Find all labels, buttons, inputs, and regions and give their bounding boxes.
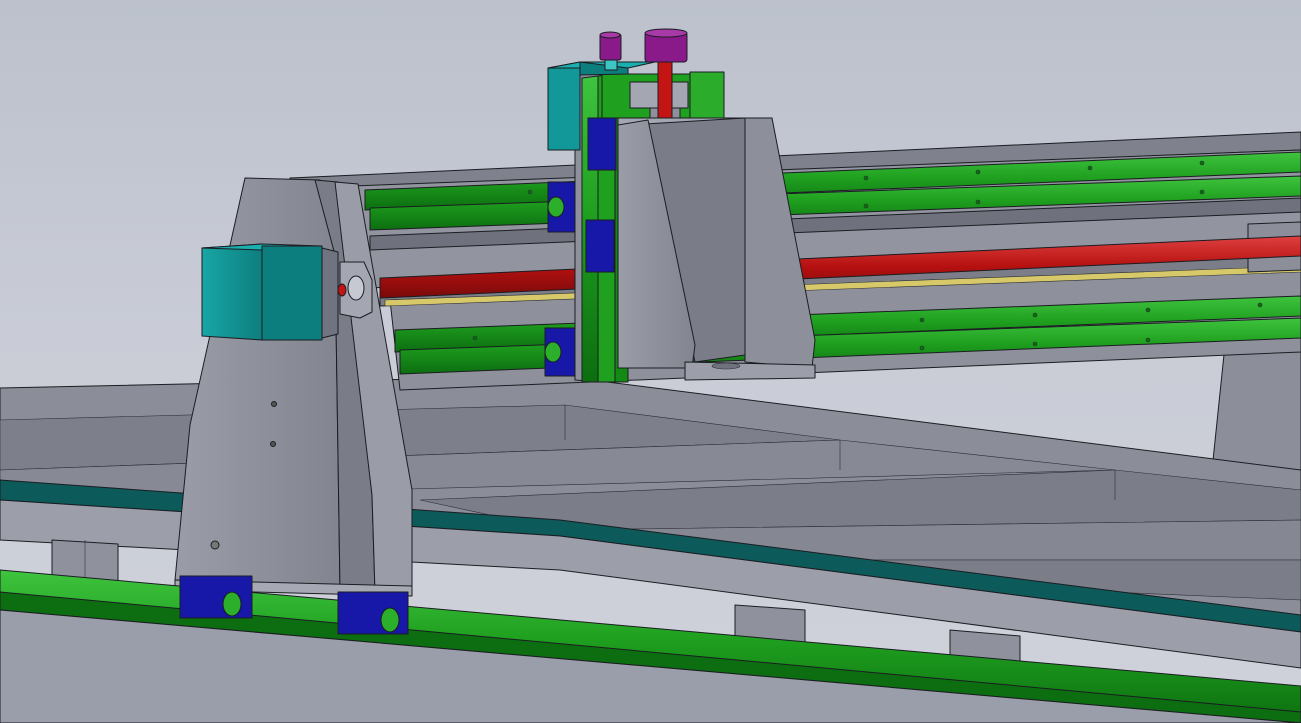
cnc-router-3d-model <box>0 28 1301 723</box>
cad-viewport[interactable] <box>0 0 1301 723</box>
y-axis-stepper-motor <box>201 243 339 341</box>
